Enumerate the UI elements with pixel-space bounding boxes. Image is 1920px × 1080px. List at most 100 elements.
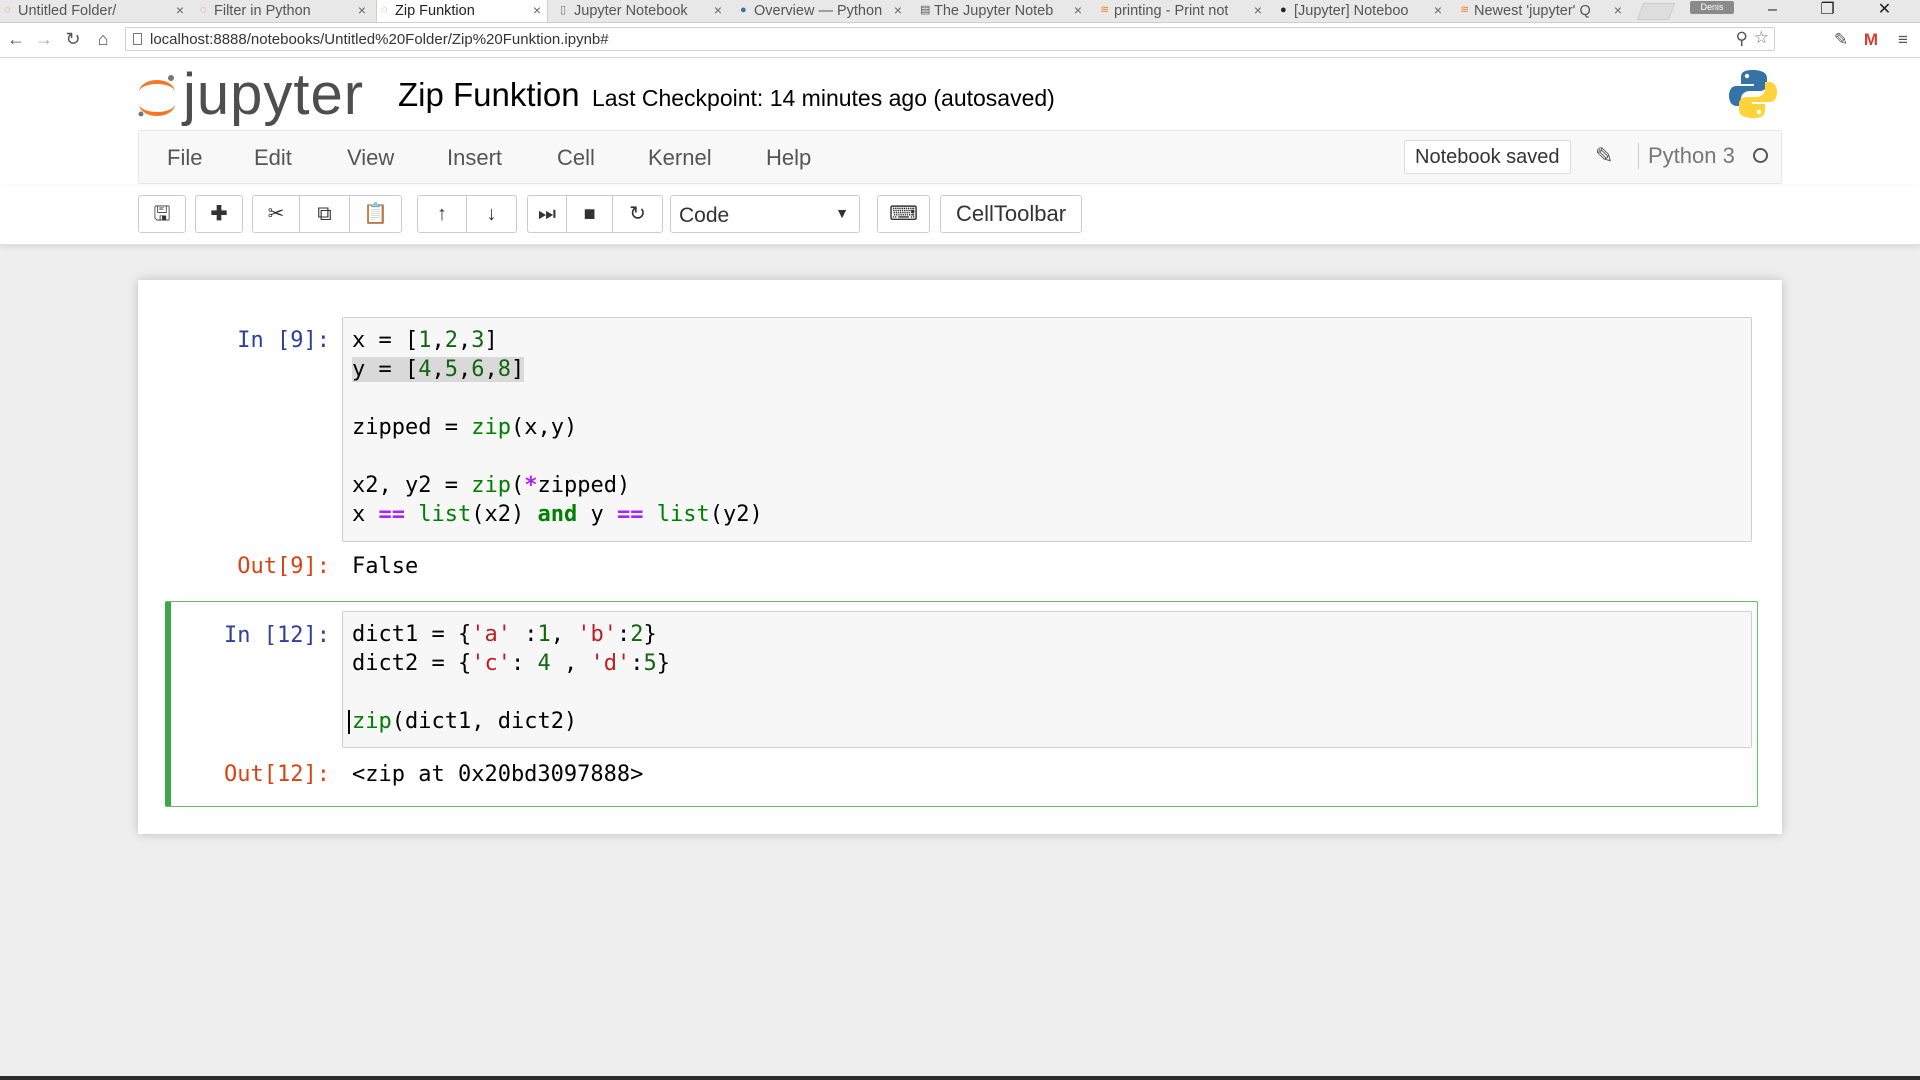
- browser-tab-zip-funktion[interactable]: ◌ Zip Funktion ×: [376, 0, 548, 22]
- cell-output: False: [352, 554, 419, 579]
- zoom-icon[interactable]: ⚲: [1736, 29, 1748, 49]
- kernel-name: Python 3: [1638, 143, 1735, 169]
- menu-insert[interactable]: Insert: [447, 145, 502, 171]
- browser-tab-bar: ◌ Untitled Folder/ × ◌ Filter in Python …: [0, 0, 1920, 23]
- close-icon[interactable]: ×: [358, 2, 366, 18]
- restart-icon: ↻: [629, 203, 646, 225]
- insert-cell-below-button[interactable]: ✚: [195, 195, 243, 233]
- menubar-container: File Edit View Insert Cell Kernel Help N…: [0, 130, 1920, 186]
- code-text[interactable]: dict1 = {'a' :1, 'b':2} dict2 = {'c': 4 ,…: [348, 620, 670, 736]
- move-cell-down-button[interactable]: ↓: [467, 195, 517, 233]
- taskbar-edge: [0, 1076, 1920, 1080]
- close-icon[interactable]: ×: [1254, 2, 1262, 18]
- close-icon[interactable]: ×: [1614, 2, 1622, 18]
- menu-cell[interactable]: Cell: [557, 145, 595, 171]
- profile-badge[interactable]: Denis: [1690, 1, 1734, 14]
- stop-icon: ■: [583, 203, 596, 225]
- browser-menu-icon[interactable]: ≡: [1892, 29, 1914, 51]
- run-cell-button[interactable]: ⏭: [527, 195, 567, 233]
- edit-mode-pencil-icon: ✎: [1595, 143, 1614, 168]
- new-tab-button[interactable]: [1636, 3, 1676, 20]
- python-logo-icon: [1729, 70, 1777, 118]
- command-palette-button[interactable]: ⌨: [877, 195, 930, 233]
- save-icon: 🖫: [153, 203, 171, 225]
- url-input[interactable]: localhost:8888/notebooks/Untitled%20Fold…: [125, 27, 1775, 51]
- close-icon[interactable]: ×: [894, 2, 902, 18]
- jupyter-icon: ◌: [4, 4, 11, 16]
- browser-tab-untitled-folder[interactable]: ◌ Untitled Folder/ ×: [0, 0, 190, 22]
- stack-icon: ≋: [1100, 4, 1110, 16]
- browser-tab-newest-jupyter[interactable]: ≋ Newest 'jupyter' Q ×: [1456, 0, 1628, 22]
- menu-file[interactable]: File: [167, 145, 202, 171]
- notification-area: Notebook saved: [1404, 140, 1571, 174]
- jupyter-header: jupyter Zip Funktion Last Checkpoint: 14…: [0, 58, 1920, 130]
- input-prompt: In [12]:: [224, 623, 330, 648]
- python-icon: ●: [740, 4, 747, 16]
- browser-tab-jupyter-notebook-docs[interactable]: ▤ The Jupyter Noteb ×: [916, 0, 1088, 22]
- code-editor[interactable]: x = [1,2,3] y = [4,5,6,8] zipped = zip(x,…: [342, 317, 1752, 542]
- interrupt-kernel-button[interactable]: ■: [567, 195, 613, 233]
- back-icon[interactable]: ←: [5, 28, 27, 50]
- kernel-idle-indicator-icon: [1753, 148, 1768, 163]
- paste-cells-button[interactable]: 📋: [350, 195, 402, 233]
- menu-view[interactable]: View: [347, 145, 394, 171]
- browser-tab-overview-python[interactable]: ● Overview — Python ×: [736, 0, 908, 22]
- output-prompt: Out[9]:: [237, 554, 330, 579]
- menu-edit[interactable]: Edit: [254, 145, 292, 171]
- cell-type-select[interactable]: Code ▼: [670, 195, 860, 233]
- page-icon: [133, 33, 142, 45]
- dropdown-caret-icon: ▼: [835, 205, 849, 221]
- address-bar: ← → ↻ ⌂ localhost:8888/notebooks/Untitle…: [0, 23, 1920, 58]
- browser-tab-filter-in-python[interactable]: ◌ Filter in Python ×: [196, 0, 372, 22]
- close-icon[interactable]: ×: [714, 2, 722, 18]
- doc-icon: ▯: [560, 4, 567, 16]
- menu-help[interactable]: Help: [766, 145, 811, 171]
- move-cell-up-button[interactable]: ↑: [417, 195, 467, 233]
- code-editor[interactable]: dict1 = {'a' :1, 'b':2} dict2 = {'c': 4 ,…: [342, 611, 1752, 748]
- close-icon[interactable]: ×: [1074, 2, 1082, 18]
- arrow-up-icon: ↑: [437, 203, 447, 225]
- jupyter-icon: ◌: [381, 4, 388, 16]
- book-icon: ▤: [920, 4, 931, 16]
- notebook-container: In [9]: x = [1,2,3] y = [4,5,6,8] zipped …: [138, 280, 1782, 834]
- celltoolbar-button[interactable]: CellToolbar: [940, 195, 1082, 233]
- home-icon[interactable]: ⌂: [92, 28, 114, 50]
- browser-tab-github-jupyter[interactable]: ● [Jupyter] Noteboo ×: [1276, 0, 1448, 22]
- save-button[interactable]: 🖫: [138, 195, 186, 233]
- close-icon[interactable]: ×: [1434, 2, 1442, 18]
- jupyter-icon: ◌: [200, 4, 207, 16]
- jupyter-logo[interactable]: jupyter: [135, 66, 375, 126]
- browser-tab-printing[interactable]: ≋ printing - Print not ×: [1096, 0, 1268, 22]
- cut-cells-button[interactable]: ✂: [252, 195, 300, 233]
- close-icon[interactable]: ×: [533, 2, 541, 18]
- copy-cells-button[interactable]: ⧉: [300, 195, 350, 233]
- minimize-icon[interactable]: –: [1750, 0, 1795, 22]
- menu-kernel[interactable]: Kernel: [648, 145, 712, 171]
- stack-icon: ≋: [1460, 4, 1470, 16]
- keyboard-icon: ⌨: [889, 203, 918, 225]
- bookmark-star-icon[interactable]: ☆: [1754, 28, 1769, 48]
- restart-kernel-button[interactable]: ↻: [613, 195, 663, 233]
- input-prompt: In [9]:: [237, 328, 330, 353]
- forward-icon[interactable]: →: [33, 28, 55, 50]
- gmail-extension-icon[interactable]: M: [1860, 29, 1882, 51]
- output-prompt: Out[12]:: [224, 762, 330, 787]
- github-icon: ●: [1280, 4, 1287, 16]
- copy-icon: ⧉: [317, 203, 332, 225]
- extension-pen-icon[interactable]: ✎: [1830, 29, 1852, 51]
- notebook-name[interactable]: Zip Funktion: [398, 76, 580, 114]
- toolbar: 🖫 ✚ ✂ ⧉ 📋 ↑ ↓ ⏭ ■ ↻ Code ▼ ⌨ CellToolbar: [0, 186, 1920, 245]
- code-text[interactable]: x = [1,2,3] y = [4,5,6,8] zipped = zip(x,…: [352, 326, 763, 529]
- browser-tab-jupyter-notebook[interactable]: ▯ Jupyter Notebook ×: [556, 0, 728, 22]
- jupyter-logo-icon: [138, 75, 175, 117]
- plus-icon: ✚: [210, 203, 228, 225]
- window-close-icon[interactable]: ✕: [1862, 0, 1907, 22]
- restore-icon[interactable]: ❐: [1805, 0, 1850, 22]
- cell-output: <zip at 0x20bd3097888>: [352, 762, 644, 787]
- reload-icon[interactable]: ↻: [62, 28, 84, 50]
- arrow-down-icon: ↓: [486, 203, 497, 225]
- step-forward-icon: ⏭: [538, 203, 556, 225]
- close-icon[interactable]: ×: [176, 2, 184, 18]
- text-cursor: [348, 710, 350, 734]
- checkpoint-status: Last Checkpoint: 14 minutes ago (autosav…: [592, 85, 1055, 111]
